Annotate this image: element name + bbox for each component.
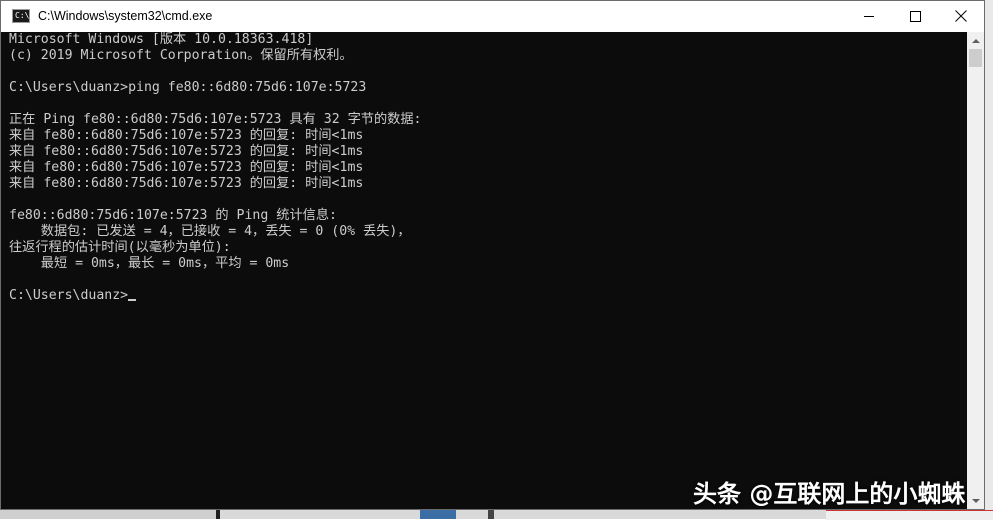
close-icon xyxy=(955,10,967,22)
scroll-down-arrow-icon[interactable] xyxy=(967,492,984,509)
background-window-right xyxy=(985,0,993,519)
background-block xyxy=(488,510,494,519)
console-line: fe80::6d80:75d6:107e:5723 的 Ping 统计信息: xyxy=(9,208,337,223)
console-line: 正在 Ping fe80::6d80:75d6:107e:5723 具有 32 … xyxy=(9,112,422,127)
vertical-scrollbar[interactable] xyxy=(967,32,984,509)
background-block xyxy=(0,510,216,519)
scroll-up-arrow-icon[interactable] xyxy=(967,32,984,49)
background-block xyxy=(420,510,456,519)
console-prompt-line[interactable]: C:\Users\duanz> xyxy=(9,288,137,304)
console-line: 数据包: 已发送 = 4，已接收 = 4，丢失 = 0 (0% 丢失)， xyxy=(9,224,411,239)
console-line: 最短 = 0ms，最长 = 0ms，平均 = 0ms xyxy=(9,256,290,271)
close-button[interactable] xyxy=(938,1,984,32)
watermark: 头条 @互联网上的小蜘蛛 xyxy=(693,480,966,508)
console-line: 来自 fe80::6d80:75d6:107e:5723 的回复: 时间<1ms xyxy=(9,144,364,159)
console-prompt: C:\Users\duanz> xyxy=(9,288,129,303)
console-line: 来自 fe80::6d80:75d6:107e:5723 的回复: 时间<1ms xyxy=(9,160,364,175)
window-title: C:\Windows\system32\cmd.exe xyxy=(38,9,213,23)
background-taskbar-strip xyxy=(0,510,993,520)
console-line: 来自 fe80::6d80:75d6:107e:5723 的回复: 时间<1ms xyxy=(9,176,364,191)
scroll-thumb[interactable] xyxy=(969,49,982,67)
maximize-icon xyxy=(910,11,921,22)
console-line: 来自 fe80::6d80:75d6:107e:5723 的回复: 时间<1ms xyxy=(9,128,364,143)
minimize-button[interactable] xyxy=(846,1,892,32)
text-cursor xyxy=(128,299,137,301)
background-block xyxy=(216,510,220,519)
console-line: (c) 2019 Microsoft Corporation。保留所有权利。 xyxy=(9,48,353,63)
cmd-window[interactable]: C:\ C:\Windows\system32\cmd.exe Microsof… xyxy=(0,0,985,510)
console-line: C:\Users\duanz>ping fe80::6d80:75d6:107e… xyxy=(9,80,367,95)
maximize-button[interactable] xyxy=(892,1,938,32)
console-line: Microsoft Windows [版本 10.0.18363.418] xyxy=(9,32,314,47)
cmd-icon[interactable]: C:\ xyxy=(12,9,30,23)
console-output[interactable]: Microsoft Windows [版本 10.0.18363.418] (c… xyxy=(1,32,967,509)
minimize-icon xyxy=(864,16,874,17)
title-bar[interactable]: C:\ C:\Windows\system32\cmd.exe xyxy=(1,1,984,32)
console-line: 往返行程的估计时间(以毫秒为单位): xyxy=(9,240,231,255)
